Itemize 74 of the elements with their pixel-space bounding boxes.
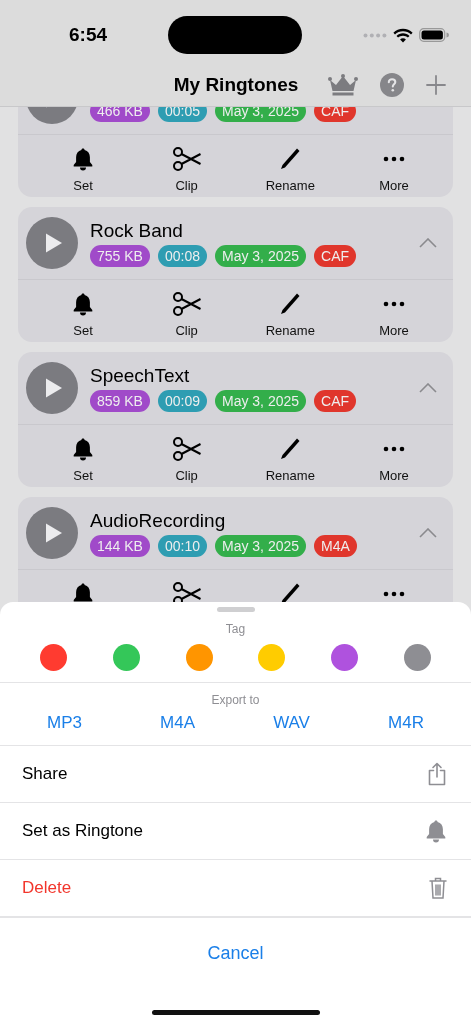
action-button[interactable]: Set	[48, 145, 118, 197]
tag-color-dot[interactable]	[185, 644, 213, 671]
crown-icon[interactable]	[328, 74, 358, 96]
play-button[interactable]	[26, 362, 78, 414]
action-button[interactable]: Clip	[151, 290, 222, 342]
tag-color-dot[interactable]	[40, 644, 67, 671]
info-tag: 00:08	[157, 244, 207, 267]
action-button[interactable]: Clip	[151, 435, 222, 487]
ellipsis-icon	[382, 446, 405, 452]
trash-icon	[429, 877, 447, 899]
sheet-row[interactable]: Share	[0, 746, 471, 802]
info-tag: CAF	[314, 389, 357, 412]
ellipsis-icon	[382, 156, 405, 162]
share-icon	[427, 762, 447, 786]
play-button[interactable]	[26, 217, 78, 269]
sheet-row[interactable]: Delete	[0, 860, 471, 916]
ringtone-name: Rock Band	[90, 219, 184, 242]
action-button[interactable]: Rename	[255, 290, 326, 342]
status-time: 6:54	[69, 24, 109, 46]
pencil-icon	[279, 437, 302, 461]
scissors-icon	[171, 146, 202, 172]
chevron-icon[interactable]	[419, 528, 437, 538]
help-icon[interactable]	[380, 73, 404, 97]
info-tag: 755 KB	[90, 244, 150, 267]
format-link[interactable]: WAV	[273, 713, 310, 733]
ringtone-name: AudioRecording	[90, 509, 227, 532]
pencil-icon	[279, 147, 302, 171]
info-tag: 859 KB	[90, 389, 150, 412]
chevron-icon[interactable]	[419, 383, 437, 393]
info-tag: May 3, 2025	[215, 244, 307, 267]
info-tag: May 3, 2025	[215, 534, 307, 557]
bell-icon	[72, 292, 94, 316]
ellipsis-icon	[382, 301, 405, 307]
info-tag: 00:09	[157, 389, 207, 412]
action-button[interactable]: More	[358, 435, 429, 487]
battery-icon	[419, 28, 449, 42]
tag-color-dot[interactable]	[404, 644, 431, 671]
ellipsis-icon	[382, 591, 405, 597]
action-button[interactable]: Set	[48, 290, 118, 342]
info-tag: 00:10	[157, 534, 207, 557]
signal-icon	[363, 32, 387, 38]
section-label: Export to	[210, 693, 261, 707]
action-button[interactable]: Rename	[255, 145, 326, 197]
add-icon[interactable]	[426, 75, 446, 95]
ringtone-name: SpeechText	[90, 364, 191, 387]
chevron-icon[interactable]	[419, 238, 437, 248]
tag-color-dot[interactable]	[331, 644, 359, 671]
info-tag: May 3, 2025	[215, 389, 307, 412]
action-button[interactable]: Clip	[151, 145, 222, 197]
scissors-icon	[171, 291, 202, 317]
action-button[interactable]: More	[358, 145, 429, 197]
tag-color-dot[interactable]	[112, 644, 140, 671]
pencil-icon	[279, 292, 302, 316]
action-button[interactable]: Rename	[255, 435, 326, 487]
cancel-button[interactable]: Cancel	[207, 943, 264, 978]
format-link[interactable]: MP3	[47, 713, 82, 733]
sheet-row[interactable]: Set as Ringtone	[0, 803, 471, 859]
play-button[interactable]	[26, 507, 78, 559]
bell-icon	[425, 819, 447, 843]
sheet-grabber[interactable]	[216, 607, 255, 612]
format-link[interactable]: M4R	[388, 713, 424, 733]
info-tag: CAF	[314, 244, 357, 267]
scissors-icon	[171, 436, 202, 462]
bell-icon	[72, 437, 94, 461]
format-link[interactable]: M4A	[160, 713, 196, 733]
action-button[interactable]: More	[358, 290, 429, 342]
section-label: Tag	[224, 622, 247, 636]
info-tag: M4A	[314, 534, 357, 557]
action-button[interactable]: Set	[48, 435, 118, 487]
info-tag: 144 KB	[90, 534, 150, 557]
screen-title: My Ringtones	[172, 74, 300, 96]
bell-icon	[72, 147, 94, 171]
tag-color-dot[interactable]	[258, 644, 286, 671]
wifi-icon	[393, 27, 413, 43]
